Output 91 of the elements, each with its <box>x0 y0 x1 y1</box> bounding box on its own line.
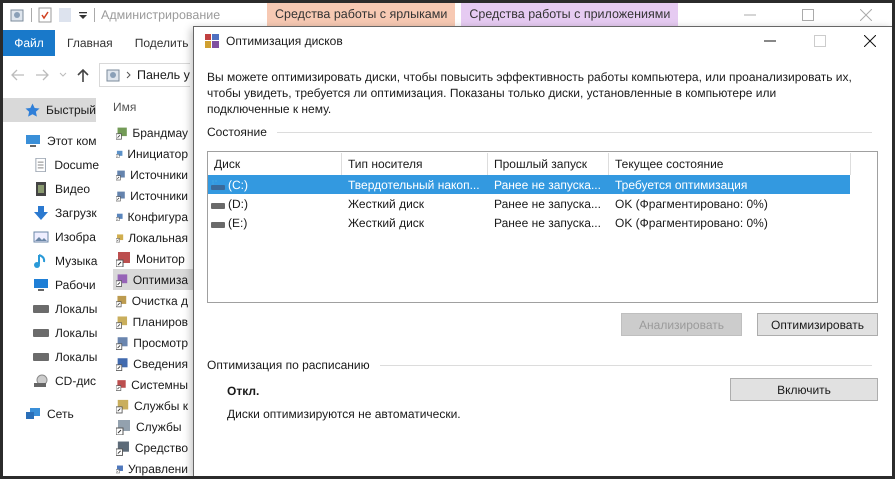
table-cell: (E:) <box>228 216 248 230</box>
nav-item[interactable]: Быстрый <box>3 98 96 122</box>
maximize-icon <box>814 35 826 47</box>
nav-item[interactable]: Локалы <box>3 321 99 345</box>
tool-icon <box>116 124 128 140</box>
tool-icon <box>116 314 129 330</box>
table-row[interactable]: (D:) Жесткий диск Ранее не запуска... OK (Фрагментировано: 0%) <box>208 194 850 213</box>
description-text: Вы можете оптимизировать диски, чтобы повысить эффективность работы компьютера, или проанализировать их, чтобы увидеть, требуется ли оптимизация. Показаны только диски, установленные в компьютере или подключенные к нему. <box>207 69 853 117</box>
file-item[interactable]: Оптимиза <box>113 269 194 290</box>
nav-item[interactable]: Рабочи <box>3 273 99 297</box>
file-item[interactable]: Сведения <box>113 353 194 374</box>
forward-icon[interactable] <box>35 69 49 81</box>
table-cell-text: Требуется оптимизация <box>614 178 748 192</box>
file-item[interactable]: Службы <box>113 416 194 437</box>
caret-icon[interactable] <box>59 72 67 78</box>
file-item[interactable]: Средство <box>113 437 194 458</box>
ribbon-tab[interactable]: Главная <box>57 30 123 56</box>
file-item[interactable]: Конфигура <box>113 206 194 227</box>
file-item[interactable]: Просмотр <box>113 332 194 353</box>
table-cell-text: OK (Фрагментировано: 0%) <box>614 196 769 210</box>
file-item[interactable]: Управлени <box>113 458 194 476</box>
table-cell-text: Жесткий диск <box>347 196 426 210</box>
table-cell: (D:) <box>228 196 248 210</box>
file-item[interactable]: Источники <box>113 185 194 206</box>
pc-icon <box>25 134 41 148</box>
file-item[interactable]: Очистка д <box>113 290 194 311</box>
doc-icon <box>33 158 48 172</box>
properties-icon[interactable] <box>38 6 52 22</box>
ssd-drive-icon <box>211 180 225 190</box>
download-icon <box>33 206 49 220</box>
section-heading: Оптимизация по расписанию <box>207 358 370 372</box>
column-header[interactable]: Имя <box>113 98 194 122</box>
table-cell-text: Ранее не запуска... <box>493 216 602 230</box>
nav-item[interactable]: Изобра <box>3 225 99 249</box>
file-item[interactable]: Планиров <box>113 311 194 332</box>
enable-button[interactable]: Включить <box>730 378 878 401</box>
network-icon <box>25 407 41 421</box>
nav-item[interactable]: Этот ком <box>3 129 99 153</box>
file-item[interactable]: Монитор <box>113 248 194 269</box>
file-item[interactable]: Локальная <box>113 227 194 248</box>
table-cell-text: Твердотельный накоп... <box>347 178 481 192</box>
nav-item[interactable]: Сеть <box>3 402 99 426</box>
drive-icon <box>33 326 49 340</box>
up-arrow-icon[interactable] <box>77 68 89 82</box>
tool-icon <box>116 398 130 414</box>
drive-icon <box>33 302 49 316</box>
file-item[interactable]: Службы к <box>113 395 194 416</box>
desktop-icon <box>33 278 49 292</box>
back-icon[interactable] <box>11 69 25 81</box>
close-icon[interactable] <box>864 35 876 47</box>
table-cell-text: Ранее не запуска... <box>493 196 602 210</box>
context-tab[interactable]: Средства работы с приложениями <box>461 3 678 26</box>
window-title: Администрирование <box>101 8 222 22</box>
video-icon <box>33 182 49 196</box>
table-cell-text: Жесткий диск <box>347 216 426 230</box>
tool-icon <box>116 356 130 372</box>
ribbon-tab[interactable]: Поделить <box>124 30 188 56</box>
tool-icon <box>116 440 131 456</box>
table-cell: (C:) <box>228 178 248 192</box>
drive-icon <box>33 350 49 364</box>
tool-icon <box>116 250 132 266</box>
image-icon <box>33 230 49 244</box>
dialog-title: Оптимизация дисков <box>226 34 343 48</box>
nav-item[interactable]: Музыка <box>3 249 99 273</box>
schedule-note: Диски оптимизируются не автоматически. <box>227 407 461 421</box>
nav-item[interactable]: Локалы <box>3 345 99 369</box>
nav-item[interactable]: CD-дис <box>3 369 99 393</box>
section-heading: Состояние <box>207 125 267 139</box>
nav-item[interactable]: Локалы <box>3 297 99 321</box>
context-tab[interactable]: Средства работы с ярлыками <box>267 3 456 26</box>
file-item[interactable]: Источники <box>113 164 194 185</box>
optimize-button[interactable]: Оптимизировать <box>757 313 878 336</box>
column-header[interactable]: Текущее состояние <box>609 153 850 175</box>
file-item[interactable]: Инициатор <box>113 143 194 164</box>
table-cell-text: Ранее не запуска... <box>493 178 602 192</box>
address-bar[interactable]: Панель у <box>99 63 190 87</box>
table-cell-text: OK (Фрагментировано: 0%) <box>614 216 769 230</box>
file-item[interactable]: Брандмау <box>113 122 194 143</box>
nav-item[interactable]: Docume <box>3 153 99 177</box>
nav-item[interactable]: Видео <box>3 177 99 201</box>
ribbon-tab[interactable]: Файл <box>3 30 55 56</box>
table-row[interactable]: (E:) Жесткий диск Ранее не запуска... OK (Фрагментировано: 0%) <box>208 213 850 232</box>
tool-icon <box>116 418 132 434</box>
nav-item[interactable]: Загрузк <box>3 201 99 225</box>
cd-icon <box>33 374 49 388</box>
star-icon <box>25 103 40 117</box>
tool-icon <box>116 272 129 288</box>
file-item[interactable]: Системны <box>113 374 194 395</box>
tool-icon <box>116 334 130 350</box>
schedule-state: Откл. <box>227 384 260 398</box>
maximize-icon[interactable] <box>802 8 814 20</box>
